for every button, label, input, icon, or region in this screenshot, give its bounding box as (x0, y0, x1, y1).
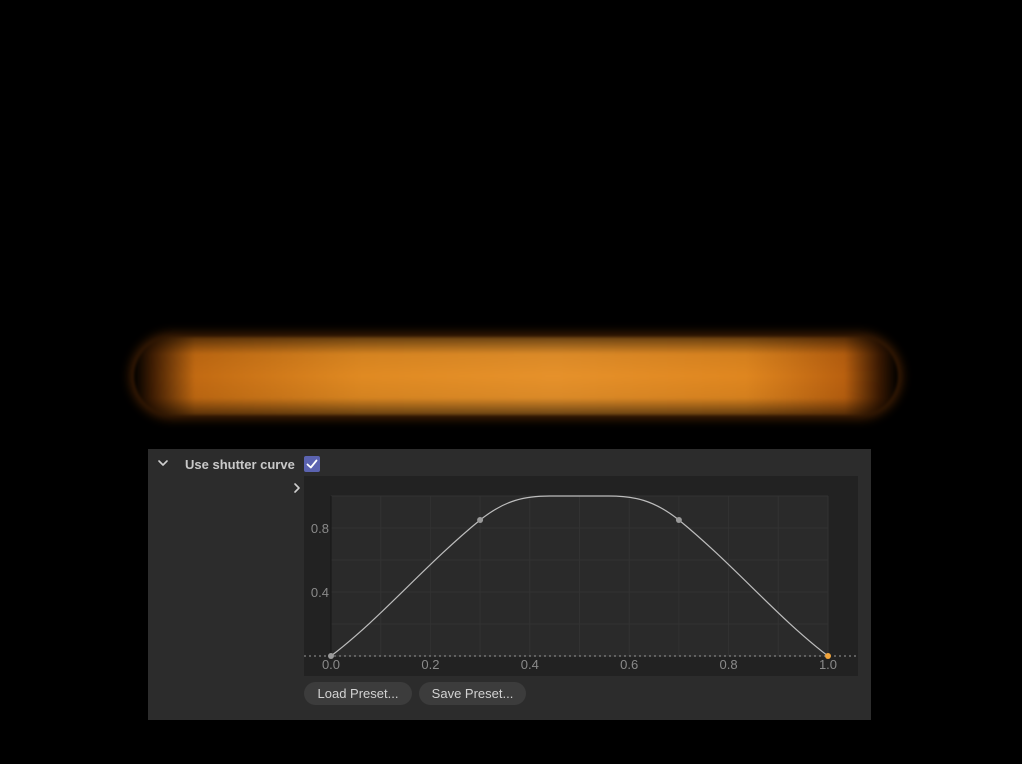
shutter-curve-editor[interactable]: 0.0 0.2 0.4 0.6 0.8 1.0 0.4 0.8 (304, 476, 858, 676)
use-shutter-curve-checkbox[interactable] (304, 456, 320, 472)
curve-graph[interactable]: 0.0 0.2 0.4 0.6 0.8 1.0 0.4 0.8 (304, 476, 858, 676)
y-tick-label: 0.8 (311, 521, 329, 536)
checkmark-icon (306, 459, 318, 469)
save-preset-button[interactable]: Save Preset... (419, 682, 526, 705)
curve-point[interactable] (477, 517, 484, 523)
x-tick-label: 0.0 (322, 657, 340, 672)
motion-blur-streak (134, 337, 898, 415)
render-view (0, 0, 1022, 449)
curve-point[interactable] (328, 653, 334, 659)
section-header: Use shutter curve (148, 449, 871, 479)
shutter-curve-panel: Use shutter curve 0.0 0.2 0.4 0.6 0.8 1.0 0.4 0… (148, 449, 871, 720)
x-tick-label: 0.2 (421, 657, 439, 672)
chevron-right-icon[interactable] (289, 480, 305, 496)
curve-point-selected[interactable] (825, 653, 831, 659)
chevron-down-icon[interactable] (155, 455, 171, 471)
load-preset-button[interactable]: Load Preset... (304, 682, 412, 705)
x-tick-label: 0.8 (720, 657, 738, 672)
use-shutter-curve-label: Use shutter curve (185, 457, 295, 472)
x-tick-label: 0.6 (620, 657, 638, 672)
x-tick-label: 1.0 (819, 657, 837, 672)
y-tick-label: 0.4 (311, 585, 329, 600)
x-tick-label: 0.4 (521, 657, 539, 672)
curve-point[interactable] (675, 517, 682, 523)
